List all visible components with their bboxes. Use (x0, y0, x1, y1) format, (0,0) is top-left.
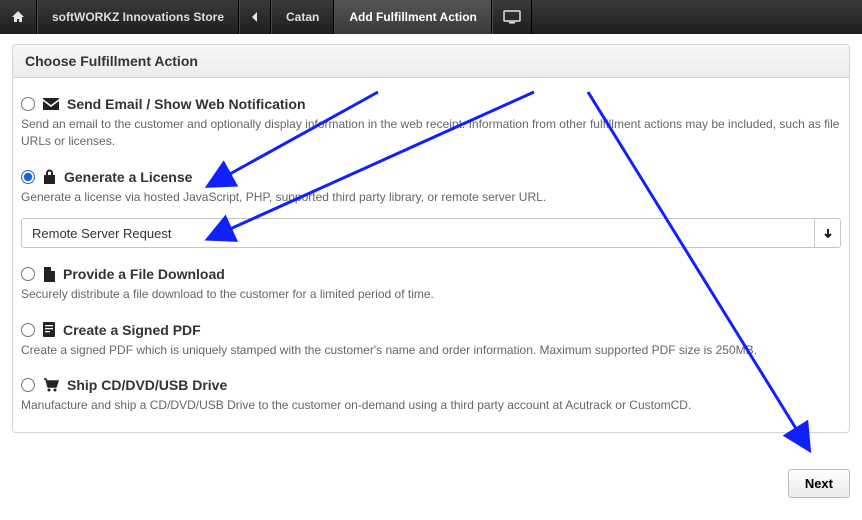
option-desc: Manufacture and ship a CD/DVD/USB Drive … (21, 397, 841, 414)
store-crumb[interactable]: softWORKZ Innovations Store (37, 0, 239, 34)
crumb1-label: Catan (286, 10, 319, 24)
radio-ship[interactable] (21, 378, 35, 392)
home-icon (10, 9, 26, 25)
radio-license[interactable] (21, 170, 35, 184)
option-title: Create a Signed PDF (63, 322, 201, 338)
fulfillment-panel: Choose Fulfillment Action Send Email / S… (12, 44, 850, 433)
option-desc: Create a signed PDF which is uniquely st… (21, 342, 841, 359)
option-desc: Send an email to the customer and option… (21, 116, 841, 151)
option-license: Generate a License Generate a license vi… (21, 169, 841, 248)
chevron-left-icon (250, 11, 260, 23)
preview-button[interactable] (492, 0, 532, 34)
panel-title: Choose Fulfillment Action (13, 45, 849, 78)
radio-pdf[interactable] (21, 323, 35, 337)
lock-icon (43, 169, 56, 184)
cart-icon (43, 378, 59, 392)
option-email: Send Email / Show Web Notification Send … (21, 96, 841, 151)
radio-email[interactable] (21, 97, 35, 111)
option-title: Generate a License (64, 169, 192, 185)
option-desc: Securely distribute a file download to t… (21, 286, 841, 303)
option-title: Ship CD/DVD/USB Drive (67, 377, 227, 393)
radio-file[interactable] (21, 267, 35, 281)
home-button[interactable] (0, 0, 37, 34)
crumb-catan[interactable]: Catan (271, 0, 334, 34)
next-button[interactable]: Next (788, 469, 850, 498)
document-icon (43, 322, 55, 337)
license-type-dropdown[interactable]: Remote Server Request (21, 218, 841, 248)
crumb-add-action[interactable]: Add Fulfillment Action (334, 0, 492, 34)
option-pdf: Create a Signed PDF Create a signed PDF … (21, 322, 841, 359)
store-label: softWORKZ Innovations Store (52, 10, 224, 24)
option-file: Provide a File Download Securely distrib… (21, 266, 841, 303)
dropdown-arrow (814, 219, 840, 247)
option-ship: Ship CD/DVD/USB Drive Manufacture and sh… (21, 377, 841, 414)
chevron-down-icon (822, 227, 834, 239)
monitor-icon (503, 10, 521, 24)
back-button[interactable] (239, 0, 271, 34)
option-title: Send Email / Show Web Notification (67, 96, 306, 112)
option-title: Provide a File Download (63, 266, 225, 282)
option-desc: Generate a license via hosted JavaScript… (21, 189, 841, 206)
file-icon (43, 267, 55, 282)
top-nav-bar: softWORKZ Innovations Store Catan Add Fu… (0, 0, 862, 34)
dropdown-selected: Remote Server Request (32, 226, 171, 241)
crumb2-label: Add Fulfillment Action (349, 10, 477, 24)
envelope-icon (43, 98, 59, 110)
